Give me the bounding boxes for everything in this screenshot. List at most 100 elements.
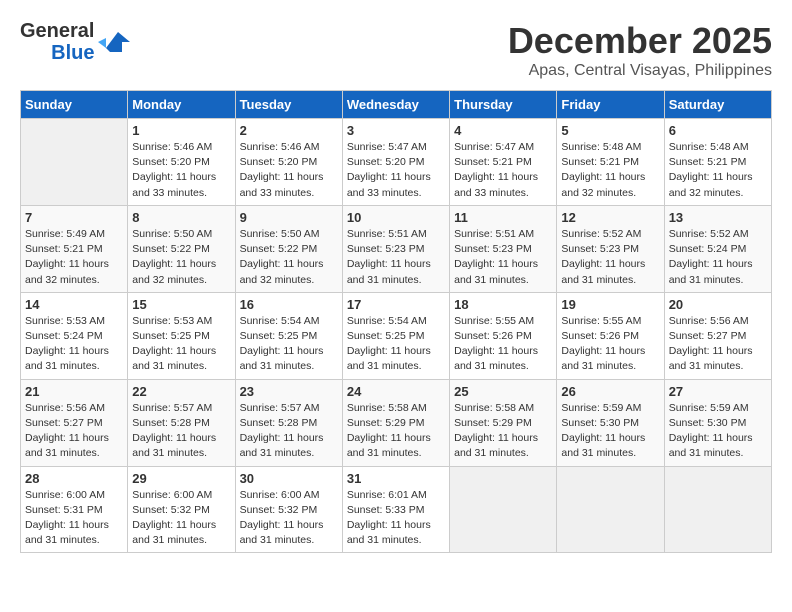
calendar-cell: [664, 466, 771, 553]
calendar-cell: 5Sunrise: 5:48 AMSunset: 5:21 PMDaylight…: [557, 119, 664, 206]
day-number: 4: [454, 123, 552, 138]
day-info: Sunrise: 5:46 AMSunset: 5:20 PMDaylight:…: [240, 140, 338, 201]
day-info: Sunrise: 5:54 AMSunset: 5:25 PMDaylight:…: [240, 314, 338, 375]
calendar-cell: 10 Sunrise: 5:51 AMSunset: 5:23 PMDayligh…: [342, 205, 449, 292]
day-info: Sunrise: 5:59 AMSunset: 5:30 PMDaylight:…: [669, 401, 767, 462]
calendar-cell: 18 Sunrise: 5:55 AMSunset: 5:26 PMDayligh…: [450, 292, 557, 379]
day-info: Sunrise: 5:47 AMSunset: 5:20 PMDaylight:…: [347, 140, 445, 201]
logo-blue: Blue: [51, 42, 94, 64]
day-info: Sunrise: 5:51 AMSunset: 5:23 PMDaylight:…: [347, 227, 445, 288]
calendar-cell: 11 Sunrise: 5:51 AMSunset: 5:23 PMDayligh…: [450, 205, 557, 292]
calendar-cell: 25 Sunrise: 5:58 AMSunset: 5:29 PMDayligh…: [450, 379, 557, 466]
calendar-cell: 1 Sunrise: 5:46 AMSunset: 5:20 PMDaylight…: [128, 119, 235, 206]
calendar-cell: 14 Sunrise: 5:53 AMSunset: 5:24 PMDayligh…: [21, 292, 128, 379]
logo: General Blue: [20, 20, 130, 64]
day-info: Sunrise: 5:54 AMSunset: 5:25 PMDaylight:…: [347, 314, 445, 375]
day-number: 11: [454, 210, 552, 225]
calendar-cell: 16 Sunrise: 5:54 AMSunset: 5:25 PMDayligh…: [235, 292, 342, 379]
day-header-thursday: Thursday: [450, 91, 557, 119]
day-number: 14: [25, 297, 123, 312]
calendar-cell: [21, 119, 128, 206]
calendar-cell: 7Sunrise: 5:49 AMSunset: 5:21 PMDaylight…: [21, 205, 128, 292]
logo-general: General: [20, 20, 94, 42]
calendar-header: SundayMondayTuesdayWednesdayThursdayFrid…: [21, 91, 772, 119]
day-header-saturday: Saturday: [664, 91, 771, 119]
calendar-week-5: 28 Sunrise: 6:00 AMSunset: 5:31 PMDayligh…: [21, 466, 772, 553]
day-number: 10: [347, 210, 445, 225]
day-header-sunday: Sunday: [21, 91, 128, 119]
calendar-cell: 31 Sunrise: 6:01 AMSunset: 5:33 PMDayligh…: [342, 466, 449, 553]
day-info: Sunrise: 5:55 AMSunset: 5:26 PMDaylight:…: [454, 314, 552, 375]
day-info: Sunrise: 5:57 AMSunset: 5:28 PMDaylight:…: [132, 401, 230, 462]
calendar-cell: 6 Sunrise: 5:48 AMSunset: 5:21 PMDaylight…: [664, 119, 771, 206]
day-info: Sunrise: 5:50 AMSunset: 5:22 PMDaylight:…: [132, 227, 230, 288]
day-number: 24: [347, 384, 445, 399]
calendar-week-2: 7Sunrise: 5:49 AMSunset: 5:21 PMDaylight…: [21, 205, 772, 292]
day-number: 12: [561, 210, 659, 225]
calendar-cell: 22Sunrise: 5:57 AMSunset: 5:28 PMDayligh…: [128, 379, 235, 466]
day-number: 26: [561, 384, 659, 399]
day-number: 16: [240, 297, 338, 312]
calendar-week-1: 1 Sunrise: 5:46 AMSunset: 5:20 PMDaylight…: [21, 119, 772, 206]
day-info: Sunrise: 5:47 AMSunset: 5:21 PMDaylight:…: [454, 140, 552, 201]
calendar-cell: 28 Sunrise: 6:00 AMSunset: 5:31 PMDayligh…: [21, 466, 128, 553]
calendar-week-3: 14 Sunrise: 5:53 AMSunset: 5:24 PMDayligh…: [21, 292, 772, 379]
calendar-cell: 24 Sunrise: 5:58 AMSunset: 5:29 PMDayligh…: [342, 379, 449, 466]
day-number: 23: [240, 384, 338, 399]
day-number: 19: [561, 297, 659, 312]
day-info: Sunrise: 6:00 AMSunset: 5:32 PMDaylight:…: [132, 488, 230, 549]
day-number: 5: [561, 123, 659, 138]
day-info: Sunrise: 5:52 AMSunset: 5:24 PMDaylight:…: [669, 227, 767, 288]
calendar-cell: 13 Sunrise: 5:52 AMSunset: 5:24 PMDayligh…: [664, 205, 771, 292]
day-number: 18: [454, 297, 552, 312]
day-number: 28: [25, 471, 123, 486]
day-info: Sunrise: 6:00 AMSunset: 5:31 PMDaylight:…: [25, 488, 123, 549]
calendar-cell: 21 Sunrise: 5:56 AMSunset: 5:27 PMDayligh…: [21, 379, 128, 466]
calendar-cell: 20 Sunrise: 5:56 AMSunset: 5:27 PMDayligh…: [664, 292, 771, 379]
day-header-friday: Friday: [557, 91, 664, 119]
calendar-cell: 27Sunrise: 5:59 AMSunset: 5:30 PMDayligh…: [664, 379, 771, 466]
day-info: Sunrise: 5:48 AMSunset: 5:21 PMDaylight:…: [669, 140, 767, 201]
day-info: Sunrise: 5:52 AMSunset: 5:23 PMDaylight:…: [561, 227, 659, 288]
day-number: 20: [669, 297, 767, 312]
calendar-cell: 12 Sunrise: 5:52 AMSunset: 5:23 PMDayligh…: [557, 205, 664, 292]
day-number: 30: [240, 471, 338, 486]
day-info: Sunrise: 5:46 AMSunset: 5:20 PMDaylight:…: [132, 140, 230, 201]
calendar-cell: 29 Sunrise: 6:00 AMSunset: 5:32 PMDayligh…: [128, 466, 235, 553]
day-info: Sunrise: 5:55 AMSunset: 5:26 PMDaylight:…: [561, 314, 659, 375]
day-info: Sunrise: 5:57 AMSunset: 5:28 PMDaylight:…: [240, 401, 338, 462]
day-number: 17: [347, 297, 445, 312]
day-number: 2: [240, 123, 338, 138]
day-number: 1: [132, 123, 230, 138]
day-number: 25: [454, 384, 552, 399]
day-number: 7: [25, 210, 123, 225]
calendar-table: SundayMondayTuesdayWednesdayThursdayFrid…: [20, 90, 772, 553]
calendar-cell: 2 Sunrise: 5:46 AMSunset: 5:20 PMDaylight…: [235, 119, 342, 206]
calendar-body: 1 Sunrise: 5:46 AMSunset: 5:20 PMDaylight…: [21, 119, 772, 553]
day-number: 9: [240, 210, 338, 225]
day-info: Sunrise: 5:53 AMSunset: 5:25 PMDaylight:…: [132, 314, 230, 375]
day-info: Sunrise: 5:51 AMSunset: 5:23 PMDaylight:…: [454, 227, 552, 288]
logo-icon: [98, 28, 130, 56]
calendar-cell: 30Sunrise: 6:00 AMSunset: 5:32 PMDayligh…: [235, 466, 342, 553]
day-info: Sunrise: 5:59 AMSunset: 5:30 PMDaylight:…: [561, 401, 659, 462]
day-info: Sunrise: 5:53 AMSunset: 5:24 PMDaylight:…: [25, 314, 123, 375]
calendar-cell: 19 Sunrise: 5:55 AMSunset: 5:26 PMDayligh…: [557, 292, 664, 379]
day-info: Sunrise: 5:58 AMSunset: 5:29 PMDaylight:…: [347, 401, 445, 462]
calendar-cell: [450, 466, 557, 553]
day-info: Sunrise: 5:56 AMSunset: 5:27 PMDaylight:…: [25, 401, 123, 462]
day-number: 8: [132, 210, 230, 225]
day-number: 21: [25, 384, 123, 399]
calendar-cell: [557, 466, 664, 553]
day-info: Sunrise: 5:58 AMSunset: 5:29 PMDaylight:…: [454, 401, 552, 462]
day-number: 15: [132, 297, 230, 312]
day-number: 29: [132, 471, 230, 486]
day-header-monday: Monday: [128, 91, 235, 119]
day-number: 13: [669, 210, 767, 225]
calendar-week-4: 21 Sunrise: 5:56 AMSunset: 5:27 PMDayligh…: [21, 379, 772, 466]
day-info: Sunrise: 6:01 AMSunset: 5:33 PMDaylight:…: [347, 488, 445, 549]
day-info: Sunrise: 5:56 AMSunset: 5:27 PMDaylight:…: [669, 314, 767, 375]
day-number: 31: [347, 471, 445, 486]
calendar-cell: 8 Sunrise: 5:50 AMSunset: 5:22 PMDaylight…: [128, 205, 235, 292]
day-number: 6: [669, 123, 767, 138]
